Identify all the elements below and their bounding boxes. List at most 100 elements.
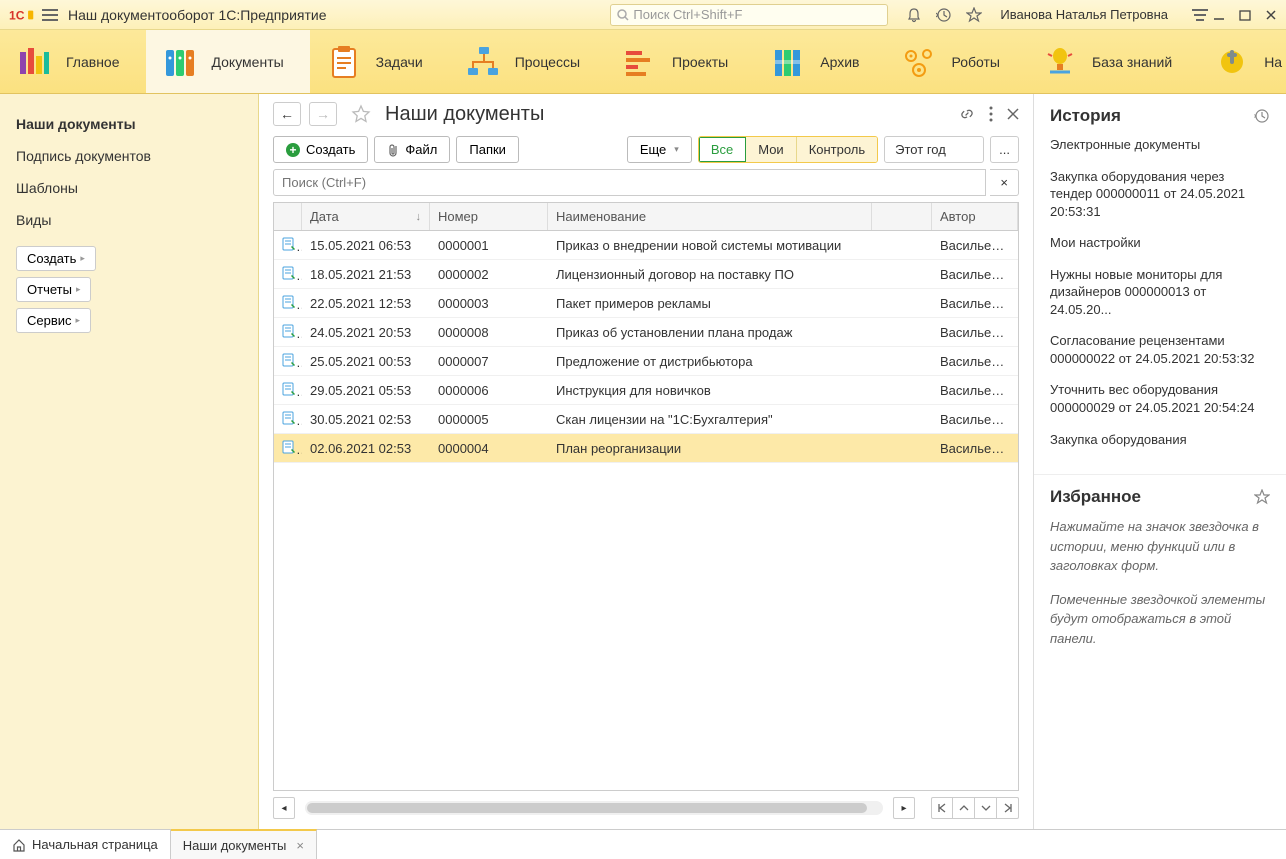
ribbon-tab-label: На bbox=[1264, 54, 1282, 70]
local-search-input[interactable] bbox=[273, 169, 986, 196]
window-close-icon[interactable] bbox=[1264, 8, 1278, 22]
cell-date: 24.05.2021 20:53 bbox=[302, 325, 430, 340]
ribbon-tab[interactable]: Документы bbox=[146, 30, 310, 93]
ribbon-tab[interactable]: Главное bbox=[0, 30, 146, 93]
column-name[interactable]: Наименование bbox=[548, 203, 872, 230]
history-icon[interactable] bbox=[936, 7, 952, 23]
cell-author: Васильев А bbox=[932, 296, 1018, 311]
table-up-button[interactable] bbox=[953, 797, 975, 819]
ribbon-tab-label: Проекты bbox=[672, 54, 728, 70]
ribbon-tab-label: Процессы bbox=[515, 54, 580, 70]
column-author[interactable]: Автор bbox=[932, 203, 1018, 230]
bell-icon[interactable] bbox=[906, 7, 922, 23]
nav-forward-button[interactable]: → bbox=[309, 102, 337, 126]
close-panel-icon[interactable] bbox=[1007, 108, 1019, 120]
search-icon bbox=[617, 9, 629, 21]
tab-home[interactable]: Начальная страница bbox=[0, 830, 171, 859]
more-button[interactable]: Еще▾ bbox=[627, 136, 692, 163]
ribbon-tab[interactable]: База знаний bbox=[1026, 30, 1198, 93]
cell-number: 0000008 bbox=[430, 325, 548, 340]
cell-author: Васильев А bbox=[932, 354, 1018, 369]
table-row[interactable]: 24.05.2021 20:530000008Приказ об установ… bbox=[274, 318, 1018, 347]
sidebar-nav-item[interactable]: Виды bbox=[16, 204, 242, 236]
column-date[interactable]: Дата bbox=[302, 203, 430, 230]
sidebar-nav-item[interactable]: Шаблоны bbox=[16, 172, 242, 204]
table-last-button[interactable] bbox=[997, 797, 1019, 819]
cell-date: 29.05.2021 05:53 bbox=[302, 383, 430, 398]
scroll-left-button[interactable]: ◂ bbox=[273, 797, 295, 819]
documents-table: Дата Номер Наименование Автор 15.05.2021… bbox=[273, 202, 1019, 791]
sidebar-create-button[interactable]: Создать bbox=[16, 246, 96, 271]
ribbon-tab[interactable]: Проекты bbox=[606, 30, 754, 93]
history-item[interactable]: Мои настройки bbox=[1050, 234, 1270, 252]
history-item[interactable]: Уточнить вес оборудования 000000029 от 2… bbox=[1050, 381, 1270, 416]
column-number[interactable]: Номер bbox=[430, 203, 548, 230]
svg-text:1С: 1С bbox=[9, 8, 25, 22]
history-item[interactable]: Закупка оборудования bbox=[1050, 431, 1270, 449]
cell-name: Пакет примеров рекламы bbox=[548, 296, 872, 311]
column-icon[interactable] bbox=[274, 203, 302, 230]
filter-control-button[interactable]: Контроль bbox=[797, 137, 877, 162]
tab-current[interactable]: Наши документы × bbox=[171, 829, 317, 859]
document-icon bbox=[282, 295, 296, 309]
search-clear-button[interactable]: × bbox=[990, 169, 1019, 196]
table-row[interactable]: 15.05.2021 06:530000001Приказ о внедрени… bbox=[274, 231, 1018, 260]
cell-author: Васильев А bbox=[932, 267, 1018, 282]
cell-author: Васильев А bbox=[932, 441, 1018, 456]
filter-all-button[interactable]: Все bbox=[699, 137, 746, 162]
global-search-input[interactable]: Поиск Ctrl+Shift+F bbox=[610, 4, 888, 26]
table-row[interactable]: 30.05.2021 02:530000005Скан лицензии на … bbox=[274, 405, 1018, 434]
table-row[interactable]: 29.05.2021 05:530000006Инструкция для но… bbox=[274, 376, 1018, 405]
history-item[interactable]: Электронные документы bbox=[1050, 136, 1270, 154]
sidebar-nav-item[interactable]: Подпись документов bbox=[16, 140, 242, 172]
tab-close-icon[interactable]: × bbox=[296, 838, 304, 853]
history-clock-icon[interactable] bbox=[1254, 108, 1270, 124]
settings-lines-icon[interactable] bbox=[1192, 8, 1208, 22]
cell-name: Приказ о внедрении новой системы мотивац… bbox=[548, 238, 872, 253]
history-item[interactable]: Закупка оборудования через тендер 000000… bbox=[1050, 168, 1270, 221]
history-panel: История Электронные документы Закупка обо… bbox=[1034, 94, 1286, 475]
sidebar-nav-item[interactable]: Наши документы bbox=[16, 108, 242, 140]
more-vertical-icon[interactable] bbox=[989, 106, 993, 122]
window-maximize-icon[interactable] bbox=[1238, 8, 1252, 22]
period-dialog-button[interactable]: ... bbox=[990, 136, 1019, 163]
folders-button[interactable]: Папки bbox=[456, 136, 519, 163]
file-button[interactable]: Файл bbox=[374, 136, 450, 163]
window-minimize-icon[interactable] bbox=[1212, 8, 1226, 22]
favorite-star-icon[interactable] bbox=[351, 104, 371, 124]
navigation-ribbon: ГлавноеДокументыЗадачи Процессы Проекты Арх… bbox=[0, 30, 1286, 94]
sidebar-service-button[interactable]: Сервис bbox=[16, 308, 91, 333]
table-row[interactable]: 22.05.2021 12:530000003Пакет примеров ре… bbox=[274, 289, 1018, 318]
history-item[interactable]: Согласование рецензентами 000000022 от 2… bbox=[1050, 332, 1270, 367]
menu-burger-icon[interactable] bbox=[42, 8, 58, 22]
cell-number: 0000007 bbox=[430, 354, 548, 369]
history-item[interactable]: Нужны новые мониторы для дизайнеров 0000… bbox=[1050, 266, 1270, 319]
create-button[interactable]: +Создать bbox=[273, 136, 368, 163]
ribbon-tab[interactable]: Процессы bbox=[449, 30, 606, 93]
table-row[interactable]: 18.05.2021 21:530000002Лицензионный дого… bbox=[274, 260, 1018, 289]
filter-mine-button[interactable]: Мои bbox=[746, 137, 796, 162]
table-first-button[interactable] bbox=[931, 797, 953, 819]
sidebar-reports-button[interactable]: Отчеты bbox=[16, 277, 91, 302]
cell-date: 18.05.2021 21:53 bbox=[302, 267, 430, 282]
favorites-star-icon[interactable] bbox=[1254, 489, 1270, 505]
cell-date: 22.05.2021 12:53 bbox=[302, 296, 430, 311]
cell-date: 30.05.2021 02:53 bbox=[302, 412, 430, 427]
scroll-right-button[interactable]: ▸ bbox=[893, 797, 915, 819]
ribbon-tab[interactable]: Роботы bbox=[885, 30, 1025, 93]
table-row[interactable]: 02.06.2021 02:530000004План реорганизаци… bbox=[274, 434, 1018, 463]
link-icon[interactable] bbox=[959, 106, 975, 122]
ribbon-tab[interactable]: На bbox=[1198, 30, 1286, 93]
history-title: История bbox=[1050, 106, 1121, 126]
user-name[interactable]: Иванова Наталья Петровна bbox=[1000, 7, 1168, 22]
nav-back-button[interactable]: ← bbox=[273, 102, 301, 126]
star-icon[interactable] bbox=[966, 7, 982, 23]
table-row[interactable]: 25.05.2021 00:530000007Предложение от ди… bbox=[274, 347, 1018, 376]
column-spacer[interactable] bbox=[872, 203, 932, 230]
period-selector[interactable]: Этот год bbox=[884, 136, 984, 163]
ribbon-tab[interactable]: Задачи bbox=[310, 30, 449, 93]
favorites-title: Избранное bbox=[1050, 487, 1141, 507]
ribbon-tab[interactable]: Архив bbox=[754, 30, 885, 93]
table-down-button[interactable] bbox=[975, 797, 997, 819]
horizontal-scrollbar[interactable] bbox=[305, 801, 883, 815]
